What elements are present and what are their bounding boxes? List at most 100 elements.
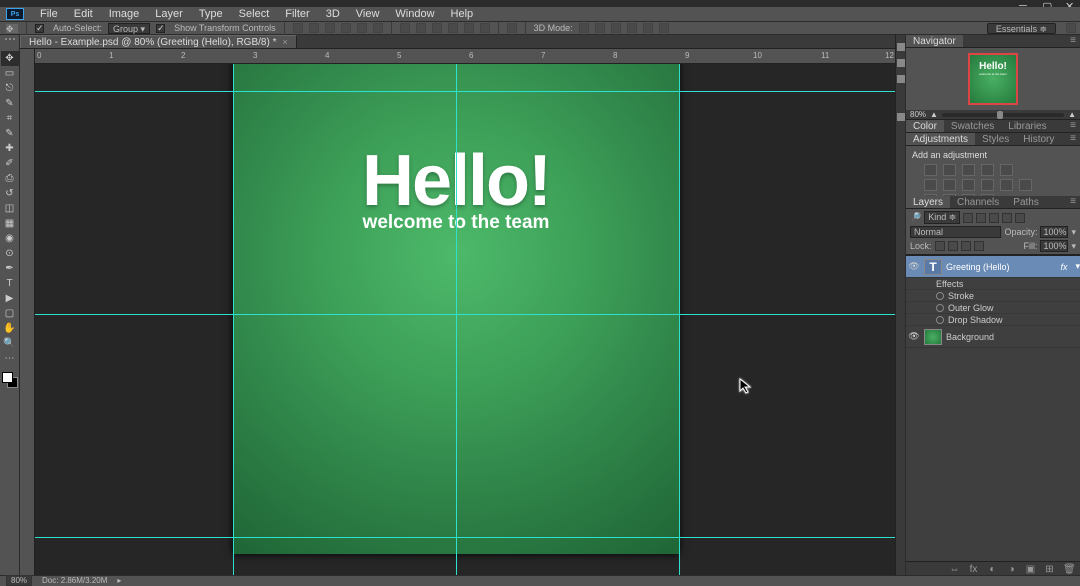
dodge-tool[interactable]: ⊙ — [1, 246, 19, 261]
zoom-out-icon[interactable]: ▲ — [930, 110, 938, 119]
blend-mode-dropdown[interactable]: Normal — [910, 226, 1001, 238]
search-icon[interactable] — [1066, 23, 1076, 33]
auto-align-icon[interactable] — [507, 23, 517, 33]
collapsed-panel-dock[interactable] — [895, 35, 905, 575]
path-select-tool[interactable]: ▶ — [1, 291, 19, 306]
bw-icon[interactable] — [943, 179, 956, 191]
auto-select-checkbox[interactable] — [35, 24, 44, 33]
effects-header[interactable]: Effects — [906, 278, 1080, 290]
menu-file[interactable]: File — [32, 8, 66, 20]
align-icon[interactable] — [309, 23, 319, 33]
layer-row[interactable]: 👁 Background — [906, 326, 1080, 348]
quick-select-tool[interactable]: ✎ — [1, 96, 19, 111]
delete-layer-icon[interactable]: 🗑 — [1063, 564, 1074, 574]
layer-row[interactable]: 👁 T Greeting (Hello) fx ▾ — [906, 256, 1080, 278]
layer-fx-badge[interactable]: fx — [1060, 262, 1067, 272]
menu-type[interactable]: Type — [191, 8, 231, 20]
eraser-tool[interactable]: ◫ — [1, 201, 19, 216]
paragraph-icon[interactable] — [897, 75, 905, 83]
distribute-icon[interactable] — [448, 23, 458, 33]
3d-icon[interactable] — [595, 23, 605, 33]
3d-icon[interactable] — [643, 23, 653, 33]
foreground-swatch[interactable] — [2, 372, 13, 383]
layer-list[interactable]: 👁 T Greeting (Hello) fx ▾ Effects Stroke… — [906, 256, 1080, 561]
tab-navigator[interactable]: Navigator — [906, 35, 963, 47]
gradient-tool[interactable]: ▦ — [1, 216, 19, 231]
minimize-button[interactable]: ─ — [1019, 0, 1032, 7]
tab-layers[interactable]: Layers — [906, 196, 950, 208]
collapse-fx-icon[interactable]: ▾ — [1075, 261, 1080, 272]
stamp-tool[interactable]: ⎙ — [1, 171, 19, 186]
layer-name[interactable]: Greeting (Hello) — [946, 262, 1056, 272]
effect-row[interactable]: Drop Shadow — [906, 314, 1080, 326]
filter-smart-icon[interactable] — [1015, 213, 1025, 223]
menu-select[interactable]: Select — [231, 8, 278, 20]
link-layers-icon[interactable]: ⇔ — [949, 564, 960, 574]
rectangle-tool[interactable]: ▢ — [1, 306, 19, 321]
3d-icon[interactable] — [627, 23, 637, 33]
tab-styles[interactable]: Styles — [975, 133, 1016, 145]
menu-filter[interactable]: Filter — [277, 8, 317, 20]
lock-trans-icon[interactable] — [935, 241, 945, 251]
layer-style-icon[interactable]: fx — [968, 564, 979, 574]
pen-tool[interactable]: ✒ — [1, 261, 19, 276]
levels-icon[interactable] — [943, 164, 956, 176]
menu-window[interactable]: Window — [387, 8, 442, 20]
filter-adjust-icon[interactable] — [976, 213, 986, 223]
canvas[interactable]: Hello! welcome to the team — [35, 64, 895, 575]
move-tool[interactable]: ✥ — [1, 51, 19, 66]
zoom-value[interactable]: 80% — [910, 110, 926, 119]
effect-toggle-icon[interactable] — [936, 304, 944, 312]
histogram-icon[interactable] — [897, 43, 905, 51]
distribute-icon[interactable] — [400, 23, 410, 33]
align-icon[interactable] — [357, 23, 367, 33]
brightness-icon[interactable] — [924, 164, 937, 176]
tab-paths[interactable]: Paths — [1006, 196, 1046, 208]
menu-image[interactable]: Image — [101, 8, 148, 20]
filter-pixel-icon[interactable] — [963, 213, 973, 223]
guide-vertical[interactable] — [456, 64, 457, 575]
effect-toggle-icon[interactable] — [936, 316, 944, 324]
workspace-switcher[interactable]: Essentials ≑ — [987, 23, 1056, 34]
layer-thumbnail[interactable] — [924, 329, 942, 345]
horizontal-ruler[interactable]: 0 1 2 3 4 5 6 7 8 9 10 11 12 — [35, 49, 895, 64]
layer-name[interactable]: Background — [946, 332, 1080, 342]
panel-menu-icon[interactable]: ≡ — [1066, 35, 1080, 47]
zoom-slider[interactable] — [942, 113, 1064, 117]
navigator-panel[interactable]: Hello! welcome to the team — [906, 48, 1080, 110]
effect-row[interactable]: Outer Glow — [906, 302, 1080, 314]
character-icon[interactable] — [897, 59, 905, 67]
close-button[interactable]: ✕ — [1065, 0, 1078, 7]
ps-logo-icon[interactable]: Ps — [6, 8, 24, 20]
zoom-tool[interactable]: 🔍 — [1, 336, 19, 351]
tab-channels[interactable]: Channels — [950, 196, 1006, 208]
menu-help[interactable]: Help — [443, 8, 482, 20]
new-group-icon[interactable]: ▣ — [1025, 564, 1036, 574]
menu-view[interactable]: View — [348, 8, 388, 20]
show-transform-checkbox[interactable] — [156, 24, 165, 33]
tab-color[interactable]: Color — [906, 120, 944, 132]
distribute-icon[interactable] — [416, 23, 426, 33]
guide-horizontal[interactable] — [35, 537, 895, 538]
tab-swatches[interactable]: Swatches — [944, 120, 1001, 132]
zoom-field[interactable]: 80% — [6, 575, 32, 586]
photo-filter-icon[interactable] — [962, 179, 975, 191]
color-swatches[interactable] — [2, 372, 18, 388]
3d-icon[interactable] — [659, 23, 669, 33]
zoom-in-icon[interactable]: ▲ — [1068, 110, 1076, 119]
exposure-icon[interactable] — [981, 164, 994, 176]
visibility-icon[interactable]: 👁 — [908, 331, 920, 342]
history-brush-tool[interactable]: ↺ — [1, 186, 19, 201]
lock-position-icon[interactable] — [961, 241, 971, 251]
tab-adjustments[interactable]: Adjustments — [906, 133, 975, 145]
hue-icon[interactable] — [924, 179, 937, 191]
menu-3d[interactable]: 3D — [318, 8, 348, 20]
invert-icon[interactable] — [1019, 179, 1032, 191]
fill-value[interactable]: 100% — [1040, 240, 1068, 252]
panel-menu-icon[interactable]: ≡ — [1066, 196, 1080, 208]
new-layer-icon[interactable]: ⊞ — [1044, 564, 1055, 574]
filter-shape-icon[interactable] — [1002, 213, 1012, 223]
opacity-value[interactable]: 100% — [1040, 226, 1068, 238]
healing-tool[interactable]: ✚ — [1, 141, 19, 156]
lasso-tool[interactable]: ⎋ — [1, 81, 19, 96]
